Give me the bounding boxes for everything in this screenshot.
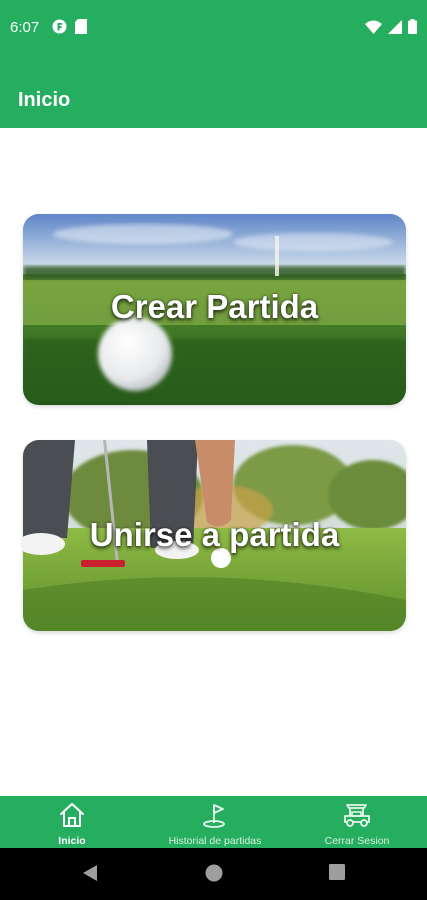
nav-item-logout[interactable]: Cerrar Sesion (307, 796, 407, 848)
home-icon (60, 803, 84, 827)
sd-card-icon (75, 19, 87, 34)
create-match-card[interactable]: Crear Partida (23, 214, 406, 405)
nav-label-history: Historial de partidas (168, 835, 262, 847)
join-match-card[interactable]: Unirse a partida (23, 440, 406, 631)
golf-cart-icon (344, 804, 370, 827)
golf-flag-icon (203, 804, 225, 828)
nav-label-home: Inicio (58, 835, 86, 847)
nav-label-logout: Cerrar Sesion (324, 835, 390, 847)
nav-item-history[interactable]: Historial de partidas (150, 796, 280, 848)
create-match-label: Crear Partida (110, 288, 319, 325)
bottom-navigation: Inicio Historial de partidas Cerrar Sesi… (0, 796, 427, 848)
system-navigation-bar (0, 848, 427, 900)
page-title: Inicio (18, 89, 71, 111)
app-bar: Inicio (0, 56, 427, 128)
home-circle-icon[interactable] (205, 864, 223, 882)
back-icon[interactable] (82, 864, 98, 882)
join-match-label: Unirse a partida (89, 516, 340, 553)
cell-signal-icon (388, 19, 402, 34)
wifi-icon (365, 20, 382, 34)
recents-icon[interactable] (329, 864, 345, 880)
status-bar: 6:07 (0, 0, 427, 56)
nav-item-home[interactable]: Inicio (32, 796, 112, 848)
status-right-icons (365, 19, 417, 34)
status-left-icons (52, 19, 87, 34)
badge-f-icon (52, 19, 67, 34)
battery-icon (408, 19, 417, 34)
status-time: 6:07 (10, 19, 40, 36)
